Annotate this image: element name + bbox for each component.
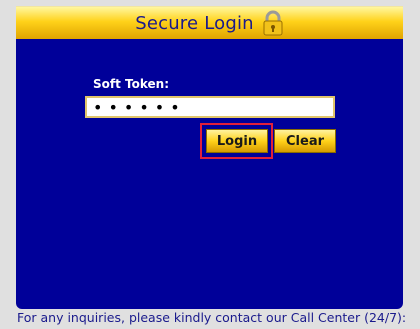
login-panel <box>16 39 403 309</box>
soft-token-input[interactable] <box>85 96 335 118</box>
page-title: Secure Login <box>135 12 254 34</box>
soft-token-label: Soft Token: <box>93 77 169 91</box>
call-center-info: For any inquiries, please kindly contact… <box>17 310 407 325</box>
login-button[interactable]: Login <box>206 129 268 153</box>
padlock-icon <box>262 10 284 36</box>
login-header: Secure Login <box>16 6 403 39</box>
clear-button[interactable]: Clear <box>274 129 336 153</box>
